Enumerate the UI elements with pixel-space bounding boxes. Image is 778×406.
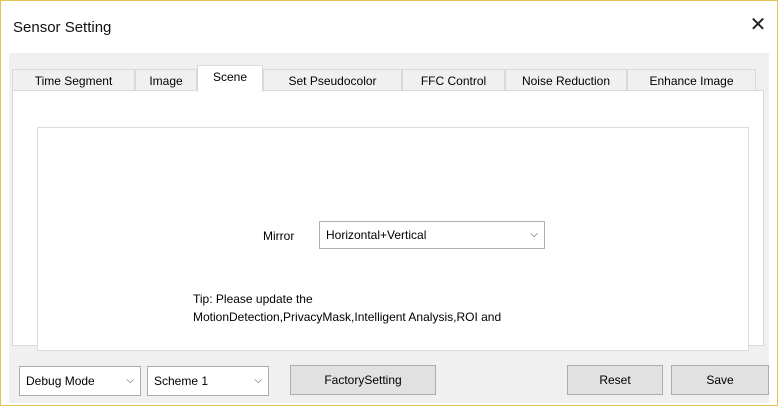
tab-enhance-image[interactable]: Enhance Image bbox=[627, 69, 756, 91]
tab-noise-reduction[interactable]: Noise Reduction bbox=[505, 69, 627, 91]
chevron-down-icon: ⌵ bbox=[530, 229, 538, 240]
tab-ffc-control[interactable]: FFC Control bbox=[402, 69, 505, 91]
chevron-down-icon: ⌵ bbox=[254, 375, 262, 386]
tab-scene[interactable]: Scene bbox=[197, 65, 263, 92]
tip-line-1: Tip: Please update the bbox=[193, 292, 313, 306]
sensor-setting-dialog: Sensor Setting ✕ Time Segment Image Scen… bbox=[0, 0, 778, 406]
debug-mode-value: Debug Mode bbox=[26, 374, 95, 388]
title-bar: Sensor Setting ✕ bbox=[1, 1, 777, 53]
debug-mode-select[interactable]: Debug Mode ⌵ bbox=[19, 366, 141, 396]
reset-button[interactable]: Reset bbox=[567, 365, 663, 395]
tab-image[interactable]: Image bbox=[135, 69, 197, 91]
scheme-value: Scheme 1 bbox=[154, 374, 209, 388]
factory-setting-button[interactable]: FactorySetting bbox=[290, 365, 436, 395]
mirror-label: Mirror bbox=[263, 229, 295, 243]
dialog-title: Sensor Setting bbox=[13, 19, 112, 36]
tip-line-2: MotionDetection,PrivacyMask,Intelligent … bbox=[193, 310, 502, 324]
save-button[interactable]: Save bbox=[671, 365, 769, 395]
tab-time-segment[interactable]: Time Segment bbox=[12, 69, 135, 91]
mirror-select-value: Horizontal+Vertical bbox=[326, 228, 427, 242]
tab-set-pseudocolor[interactable]: Set Pseudocolor bbox=[263, 69, 402, 91]
tab-strip: Time Segment Image Scene Set Pseudocolor… bbox=[9, 65, 769, 92]
chevron-down-icon: ⌵ bbox=[126, 375, 134, 386]
mirror-select[interactable]: Horizontal+Vertical ⌵ bbox=[319, 221, 545, 249]
close-icon[interactable]: ✕ bbox=[747, 14, 769, 36]
scheme-select[interactable]: Scheme 1 ⌵ bbox=[147, 366, 269, 396]
